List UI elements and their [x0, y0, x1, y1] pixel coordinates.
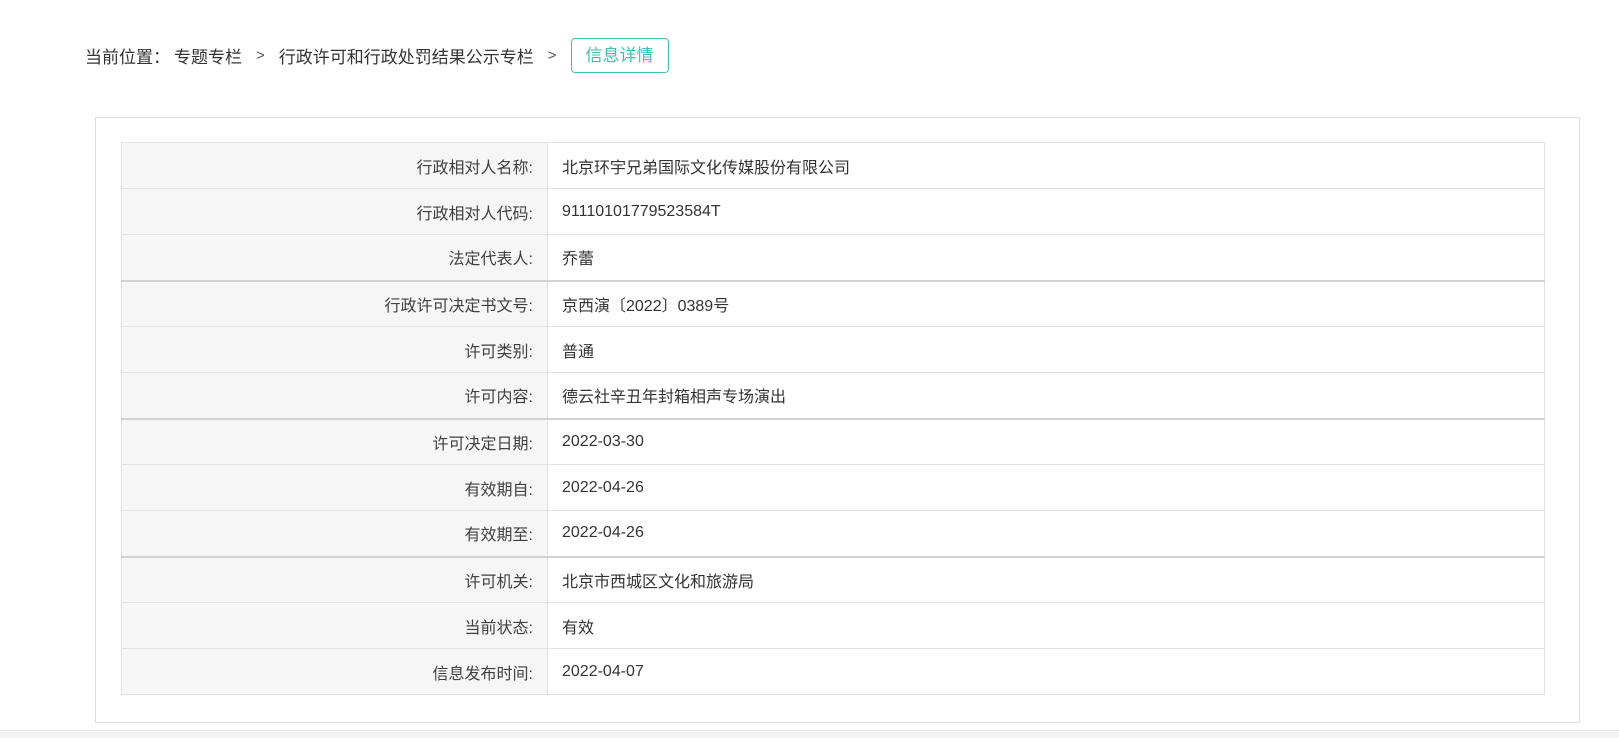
row-value: 普通	[548, 327, 1545, 373]
row-label: 许可类别:	[122, 327, 548, 373]
breadcrumb-separator: >	[548, 47, 557, 64]
breadcrumb-link-special-topics[interactable]: 专题专栏	[174, 43, 242, 68]
row-value: 2022-04-26	[548, 465, 1545, 511]
row-value: 2022-04-07	[548, 649, 1545, 695]
table-row: 许可决定日期: 2022-03-30	[122, 419, 1545, 465]
row-label: 许可内容:	[122, 373, 548, 419]
table-row: 有效期至: 2022-04-26	[122, 511, 1545, 557]
breadcrumb-separator: >	[256, 47, 265, 64]
row-label: 行政相对人代码:	[122, 189, 548, 235]
table-row: 许可类别: 普通	[122, 327, 1545, 373]
row-value: 北京环宇兄弟国际文化传媒股份有限公司	[548, 143, 1545, 189]
row-value: 德云社辛丑年封箱相声专场演出	[548, 373, 1545, 419]
row-label: 法定代表人:	[122, 235, 548, 281]
table-row: 许可内容: 德云社辛丑年封箱相声专场演出	[122, 373, 1545, 419]
row-label: 有效期至:	[122, 511, 548, 557]
breadcrumb-prefix: 当前位置：	[85, 43, 170, 68]
row-value: 2022-04-26	[548, 511, 1545, 557]
row-label: 行政许可决定书文号:	[122, 281, 548, 327]
row-label: 当前状态:	[122, 603, 548, 649]
table-row: 行政相对人代码: 91110101779523584T	[122, 189, 1545, 235]
row-value: 有效	[548, 603, 1545, 649]
row-label: 有效期自:	[122, 465, 548, 511]
detail-table-body: 行政相对人名称: 北京环宇兄弟国际文化传媒股份有限公司 行政相对人代码: 911…	[122, 143, 1545, 695]
table-row: 信息发布时间: 2022-04-07	[122, 649, 1545, 695]
breadcrumb: 当前位置： 专题专栏 > 行政许可和行政处罚结果公示专栏 > 信息详情	[85, 36, 669, 74]
detail-panel: 行政相对人名称: 北京环宇兄弟国际文化传媒股份有限公司 行政相对人代码: 911…	[95, 117, 1580, 723]
table-row: 当前状态: 有效	[122, 603, 1545, 649]
table-row: 行政相对人名称: 北京环宇兄弟国际文化传媒股份有限公司	[122, 143, 1545, 189]
row-value: 91110101779523584T	[548, 189, 1545, 235]
footer-strip	[0, 730, 1619, 738]
row-label: 许可决定日期:	[122, 419, 548, 465]
info-detail-button[interactable]: 信息详情	[571, 38, 669, 73]
detail-table: 行政相对人名称: 北京环宇兄弟国际文化传媒股份有限公司 行政相对人代码: 911…	[121, 142, 1545, 695]
table-row: 有效期自: 2022-04-26	[122, 465, 1545, 511]
row-value: 2022-03-30	[548, 419, 1545, 465]
row-value: 北京市西城区文化和旅游局	[548, 557, 1545, 603]
breadcrumb-link-permit-publicity-column[interactable]: 行政许可和行政处罚结果公示专栏	[279, 43, 534, 68]
table-row: 许可机关: 北京市西城区文化和旅游局	[122, 557, 1545, 603]
row-label: 行政相对人名称:	[122, 143, 548, 189]
row-label: 许可机关:	[122, 557, 548, 603]
row-value: 乔蕾	[548, 235, 1545, 281]
row-value: 京西演〔2022〕0389号	[548, 281, 1545, 327]
table-row: 行政许可决定书文号: 京西演〔2022〕0389号	[122, 281, 1545, 327]
row-label: 信息发布时间:	[122, 649, 548, 695]
table-row: 法定代表人: 乔蕾	[122, 235, 1545, 281]
